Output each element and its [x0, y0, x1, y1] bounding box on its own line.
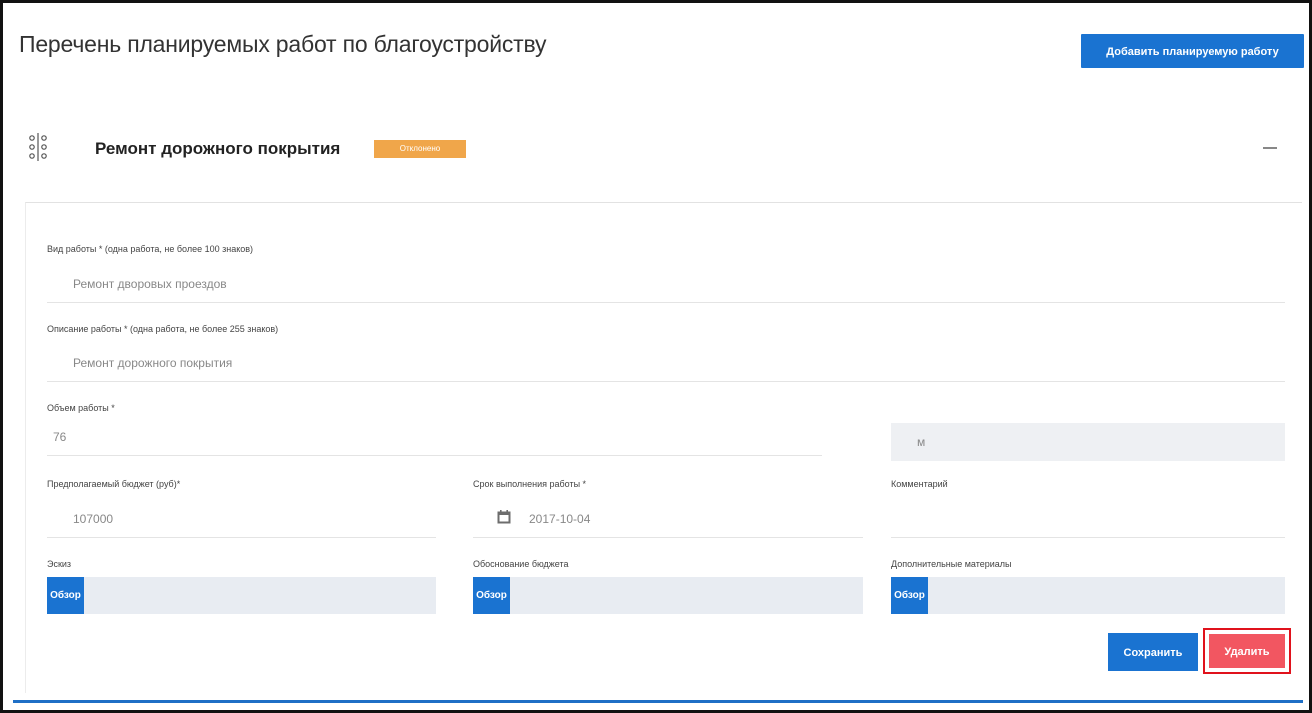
volume-input[interactable]: 76 — [47, 418, 822, 456]
materials-browse-button[interactable]: Обзор — [891, 577, 928, 614]
work-title: Ремонт дорожного покрытия — [95, 139, 341, 158]
work-type-input[interactable]: Ремонт дворовых проездов — [47, 265, 1285, 303]
deadline-input[interactable]: 2017-10-04 — [473, 500, 863, 538]
status-badge: Отклонено — [374, 140, 466, 158]
budget-input[interactable]: 107000 — [47, 500, 436, 538]
calendar-icon[interactable] — [497, 510, 511, 524]
main-frame: Перечень планируемых работ по благоустро… — [0, 0, 1312, 713]
budget-label: Предполагаемый бюджет (руб)* — [47, 479, 181, 489]
unit-field[interactable]: м — [891, 423, 1285, 461]
description-input[interactable]: Ремонт дорожного покрытия — [47, 344, 1285, 382]
collapse-icon[interactable] — [1263, 147, 1277, 149]
materials-label: Дополнительные материалы — [891, 559, 1012, 569]
delete-button-highlight: Удалить — [1203, 628, 1291, 674]
work-section-header[interactable]: Ремонт дорожного покрытия Отклонено — [3, 113, 1309, 193]
sketch-label: Эскиз — [47, 559, 72, 569]
add-planned-work-button[interactable]: Добавить планируемую работу — [1081, 34, 1304, 68]
drag-handle-icon[interactable] — [28, 132, 48, 162]
justification-label: Обоснование бюджета — [473, 559, 569, 569]
materials-file-field[interactable]: Обзор — [891, 577, 1285, 614]
justification-file-field[interactable]: Обзор — [473, 577, 863, 614]
page-title: Перечень планируемых работ по благоустро… — [19, 31, 547, 57]
comment-label: Комментарий — [891, 479, 948, 489]
save-button[interactable]: Сохранить — [1108, 633, 1198, 671]
section-bottom-border — [13, 700, 1303, 703]
deadline-label: Срок выполнения работы * — [473, 479, 587, 489]
justification-browse-button[interactable]: Обзор — [473, 577, 510, 614]
delete-button[interactable]: Удалить — [1209, 634, 1285, 668]
comment-input[interactable] — [891, 500, 1285, 538]
description-label: Описание работы * (одна работа, не более… — [47, 324, 279, 334]
sketch-browse-button[interactable]: Обзор — [47, 577, 84, 614]
work-type-label: Вид работы * (одна работа, не более 100 … — [47, 244, 254, 254]
volume-label: Объем работы * — [47, 403, 115, 413]
sketch-file-field[interactable]: Обзор — [47, 577, 436, 614]
deadline-value: 2017-10-04 — [529, 512, 591, 526]
